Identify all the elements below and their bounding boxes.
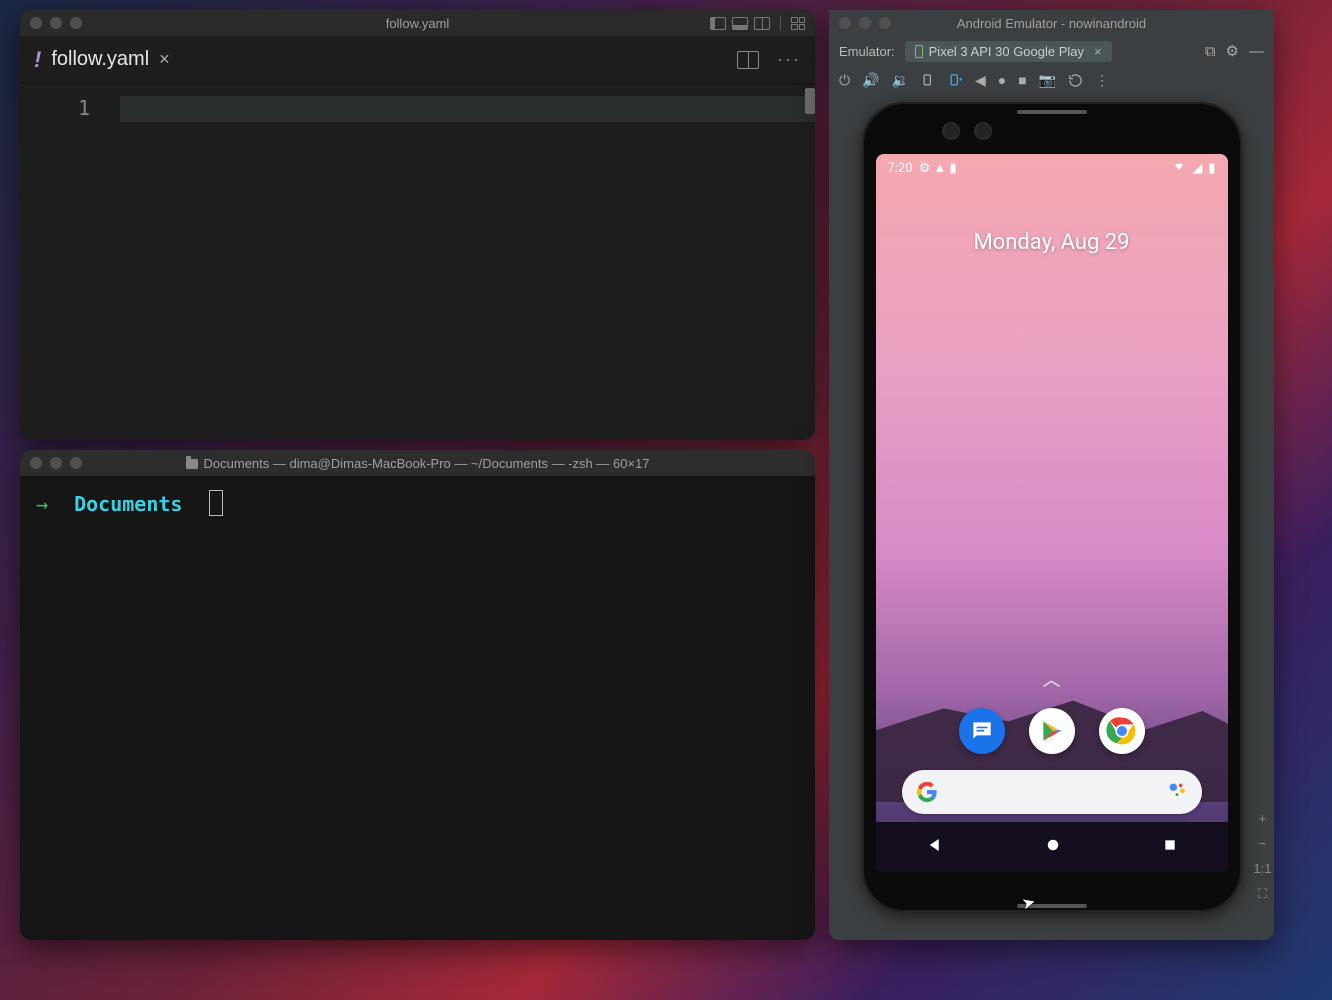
nav-recent-icon[interactable] bbox=[1162, 837, 1178, 857]
emulator-stage: 7:20 ⚙ ▲ ▮ ◢ ▮ Monday, Aug 29 ︿ bbox=[829, 94, 1274, 940]
device-tab-label: Pixel 3 API 30 Google Play bbox=[929, 44, 1084, 59]
code-area[interactable] bbox=[120, 84, 815, 440]
editor-tabbar: ! follow.yaml × ··· bbox=[20, 36, 815, 84]
zoom-out-icon[interactable]: − bbox=[1259, 836, 1267, 851]
editor-titlebar[interactable]: follow.yaml bbox=[20, 10, 815, 36]
split-editor-icon[interactable] bbox=[737, 51, 759, 69]
rotate-left-icon[interactable] bbox=[921, 73, 936, 88]
screenshot-camera-icon[interactable]: 📷 bbox=[1039, 72, 1056, 89]
folder-icon bbox=[186, 459, 198, 469]
emulator-tabrow: Emulator: Pixel 3 API 30 Google Play × ⧉… bbox=[829, 36, 1274, 66]
rotate-right-icon[interactable] bbox=[948, 73, 963, 88]
panel-bottom-icon[interactable] bbox=[732, 17, 748, 30]
nav-back-icon[interactable] bbox=[926, 836, 944, 858]
google-search-bar[interactable] bbox=[902, 770, 1202, 814]
android-screen[interactable]: 7:20 ⚙ ▲ ▮ ◢ ▮ Monday, Aug 29 ︿ bbox=[876, 154, 1228, 872]
editor-titlebar-layout-icons bbox=[710, 16, 805, 30]
home-dock bbox=[876, 708, 1228, 754]
zoom-fit-icon[interactable]: ⛶ bbox=[1258, 886, 1267, 902]
battery-icon: ▮ bbox=[1208, 161, 1215, 176]
emulator-toolbar: ⏻ 🔊 🔉 ◀ ● ■ 📷 ⋮ bbox=[829, 66, 1274, 94]
yaml-file-icon: ! bbox=[34, 47, 41, 73]
android-navbar bbox=[876, 822, 1228, 872]
home-dot-icon[interactable]: ● bbox=[998, 72, 1006, 88]
titlebar-divider bbox=[780, 16, 781, 30]
active-line-highlight[interactable] bbox=[120, 96, 815, 122]
app-chrome-icon[interactable] bbox=[1099, 708, 1145, 754]
terminal-window: Documents — dima@Dimas-MacBook-Pro — ~/D… bbox=[20, 450, 815, 940]
zoom-in-icon[interactable]: + bbox=[1259, 811, 1267, 826]
terminal-cursor bbox=[209, 490, 223, 516]
signal-icon: ◢ bbox=[1192, 161, 1202, 176]
back-icon[interactable]: ◀ bbox=[975, 72, 986, 89]
emulator-zoom-controls: + − 1:1 ⛶ bbox=[1253, 811, 1271, 902]
minimap-thumb[interactable] bbox=[805, 88, 815, 114]
phone-icon bbox=[915, 45, 923, 58]
terminal-titlebar[interactable]: Documents — dima@Dimas-MacBook-Pro — ~/D… bbox=[20, 450, 815, 476]
panel-right-icon[interactable] bbox=[754, 17, 770, 30]
line-number-1: 1 bbox=[20, 96, 90, 120]
prompt-arrow: → bbox=[36, 492, 48, 516]
wifi-icon bbox=[1172, 160, 1186, 176]
window-popout-icon[interactable]: ⧉ bbox=[1205, 43, 1216, 60]
terminal-window-title: Documents — dima@Dimas-MacBook-Pro — ~/D… bbox=[20, 456, 815, 471]
app-play-store-icon[interactable] bbox=[1029, 708, 1075, 754]
emulator-label: Emulator: bbox=[839, 44, 895, 59]
settings-gear-icon[interactable]: ⚙ bbox=[1226, 42, 1239, 60]
editor-tab-follow-yaml[interactable]: ! follow.yaml × bbox=[34, 47, 170, 73]
emulator-titlebar[interactable]: Android Emulator - nowinandroid bbox=[829, 10, 1274, 36]
front-camera bbox=[942, 122, 960, 140]
device-tab-close-icon[interactable]: × bbox=[1094, 44, 1102, 59]
zoom-1to1[interactable]: 1:1 bbox=[1253, 861, 1271, 876]
tab-more-icon[interactable]: ··· bbox=[777, 49, 801, 70]
overview-stop-icon[interactable]: ■ bbox=[1018, 72, 1026, 88]
prompt-cwd: Documents bbox=[74, 492, 182, 516]
emulator-panel: Android Emulator - nowinandroid Emulator… bbox=[829, 10, 1274, 940]
editor-window-title: follow.yaml bbox=[20, 16, 815, 31]
phone-speaker bbox=[1017, 110, 1087, 114]
tab-filename: follow.yaml bbox=[51, 48, 149, 71]
line-gutter: 1 bbox=[20, 84, 120, 440]
volume-down-icon[interactable]: 🔉 bbox=[892, 72, 909, 89]
emulator-device-tab[interactable]: Pixel 3 API 30 Google Play × bbox=[905, 41, 1112, 62]
power-icon[interactable]: ⏻ bbox=[839, 72, 850, 89]
volume-up-icon[interactable]: 🔊 bbox=[862, 72, 879, 89]
nav-home-icon[interactable] bbox=[1044, 836, 1062, 858]
layout-grid-icon[interactable] bbox=[791, 17, 805, 30]
more-vert-icon[interactable]: ⋮ bbox=[1095, 72, 1109, 89]
app-messages-icon[interactable] bbox=[959, 708, 1005, 754]
tab-close-icon[interactable]: × bbox=[159, 49, 170, 70]
home-date-widget[interactable]: Monday, Aug 29 bbox=[876, 230, 1228, 255]
editor-body[interactable]: 1 bbox=[20, 84, 815, 440]
status-time: 7:20 bbox=[888, 161, 913, 176]
terminal-body[interactable]: → Documents bbox=[20, 476, 815, 530]
android-statusbar[interactable]: 7:20 ⚙ ▲ ▮ ◢ ▮ bbox=[876, 154, 1228, 182]
status-notification-icons: ⚙ ▲ ▮ bbox=[919, 160, 957, 176]
revert-icon[interactable] bbox=[1068, 73, 1083, 88]
minimize-icon[interactable]: — bbox=[1249, 43, 1264, 60]
assistant-icon[interactable] bbox=[1166, 779, 1188, 805]
emulator-window-title: Android Emulator - nowinandroid bbox=[829, 16, 1274, 31]
app-drawer-caret-icon[interactable]: ︿ bbox=[1043, 666, 1061, 692]
terminal-title-text: Documents — dima@Dimas-MacBook-Pro — ~/D… bbox=[204, 456, 650, 471]
editor-window: follow.yaml ! follow.yaml × ··· 1 bbox=[20, 10, 815, 440]
phone-frame: 7:20 ⚙ ▲ ▮ ◢ ▮ Monday, Aug 29 ︿ bbox=[862, 102, 1242, 912]
panel-left-icon[interactable] bbox=[710, 17, 726, 30]
front-sensor bbox=[974, 122, 992, 140]
google-g-icon bbox=[916, 781, 938, 803]
